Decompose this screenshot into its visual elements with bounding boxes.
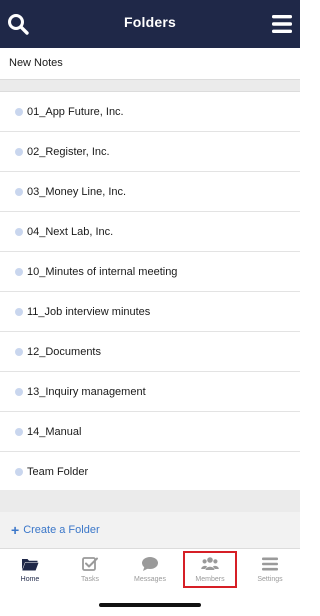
folder-item[interactable]: 04_Next Lab, Inc. bbox=[0, 212, 300, 252]
folder-dot-icon bbox=[15, 427, 23, 436]
folder-label: 02_Register, Inc. bbox=[27, 145, 110, 158]
tab-settings-label: Settings bbox=[257, 576, 283, 583]
tab-messages[interactable]: Messages bbox=[120, 549, 180, 592]
folder-label: 04_Next Lab, Inc. bbox=[27, 225, 114, 238]
tab-settings[interactable]: Settings bbox=[240, 549, 300, 592]
folder-dot-icon bbox=[15, 467, 23, 476]
empty-list-area bbox=[0, 490, 300, 512]
folder-item[interactable]: 03_Money Line, Inc. bbox=[0, 172, 300, 212]
create-folder-button[interactable]: + Create a Folder bbox=[0, 512, 300, 548]
home-indicator-bar[interactable] bbox=[99, 603, 201, 607]
folder-dot-icon bbox=[15, 187, 23, 196]
folder-item[interactable]: Team Folder bbox=[0, 452, 300, 492]
folder-label: Team Folder bbox=[27, 465, 89, 478]
folder-icon bbox=[22, 559, 39, 571]
folder-label: 13_Inquiry management bbox=[27, 385, 146, 398]
tab-home[interactable]: Home bbox=[0, 549, 60, 592]
page-title: Folders bbox=[124, 14, 176, 30]
folder-item[interactable]: 11_Job interview minutes bbox=[0, 292, 300, 332]
folder-item[interactable]: 10_Minutes of internal meeting bbox=[0, 252, 300, 292]
folder-dot-icon bbox=[15, 387, 23, 396]
folder-dot-icon bbox=[15, 107, 23, 116]
top-navigation-bar: Folders bbox=[0, 0, 300, 48]
folder-item[interactable]: 01_App Future, Inc. bbox=[0, 92, 300, 132]
folder-label: 03_Money Line, Inc. bbox=[27, 185, 127, 198]
folder-item[interactable]: 12_Documents bbox=[0, 332, 300, 372]
folder-label: 11_Job interview minutes bbox=[27, 305, 151, 318]
folder-dot-icon bbox=[15, 227, 23, 236]
folder-label: 14_Manual bbox=[27, 425, 82, 438]
tab-members[interactable]: Members bbox=[180, 549, 240, 592]
folder-item[interactable]: 13_Inquiry management bbox=[0, 372, 300, 412]
tab-home-label: Home bbox=[20, 576, 40, 583]
settings-list-icon bbox=[262, 557, 278, 571]
folder-item[interactable]: 14_Manual bbox=[0, 412, 300, 452]
checkbox-icon bbox=[82, 557, 98, 571]
folder-dot-icon bbox=[15, 147, 23, 156]
create-folder-label: Create a Folder bbox=[23, 524, 100, 536]
folder-label: 10_Minutes of internal meeting bbox=[27, 265, 178, 278]
folder-dot-icon bbox=[15, 347, 23, 356]
members-icon bbox=[201, 557, 219, 570]
folder-item[interactable]: 02_Register, Inc. bbox=[0, 132, 300, 172]
hamburger-menu-icon[interactable] bbox=[272, 15, 292, 33]
folder-dot-icon bbox=[15, 307, 23, 316]
chat-bubble-icon bbox=[142, 557, 158, 571]
tab-tasks-label: Tasks bbox=[81, 576, 99, 583]
folder-list: 01_App Future, Inc. 02_Register, Inc. 03… bbox=[0, 92, 300, 492]
new-notes-label: New Notes bbox=[9, 57, 63, 69]
bottom-tab-bar: Home Tasks Messages Members Settings bbox=[0, 548, 300, 592]
folder-label: 12_Documents bbox=[27, 345, 101, 358]
new-notes-item[interactable]: New Notes bbox=[0, 48, 300, 76]
folder-dot-icon bbox=[15, 267, 23, 276]
tab-members-label: Members bbox=[195, 576, 225, 583]
tab-messages-label: Messages bbox=[134, 576, 166, 583]
plus-icon: + bbox=[11, 522, 20, 538]
section-divider bbox=[0, 79, 300, 92]
tab-tasks[interactable]: Tasks bbox=[60, 549, 120, 592]
folder-label: 01_App Future, Inc. bbox=[27, 105, 124, 118]
